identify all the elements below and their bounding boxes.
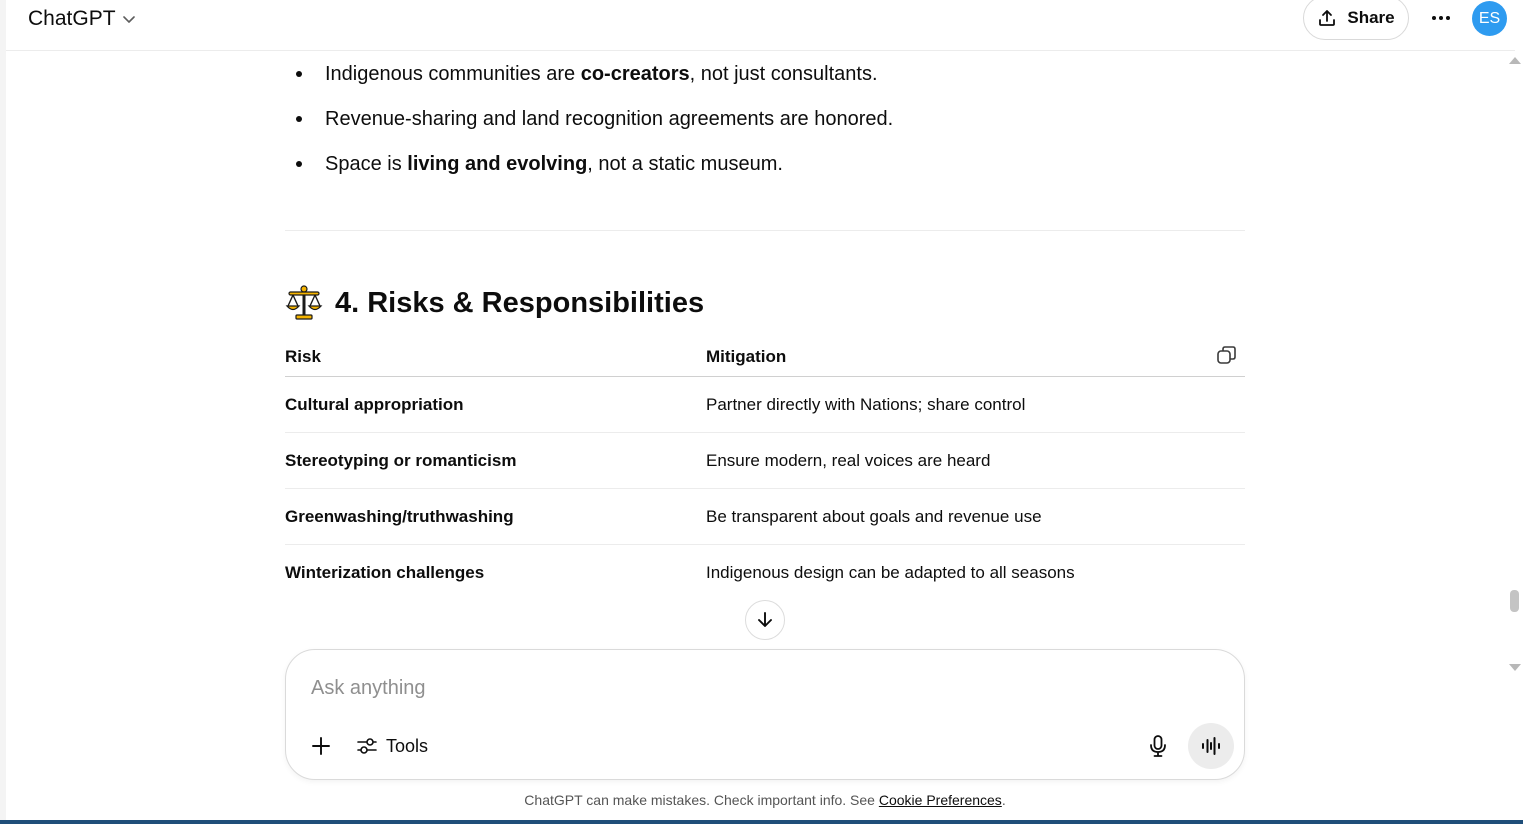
scrollbar-thumb[interactable] bbox=[1510, 590, 1519, 612]
section-title: 4. Risks & Responsibilities bbox=[335, 286, 705, 319]
section-divider bbox=[285, 230, 1245, 231]
sliders-icon bbox=[357, 738, 377, 754]
scrollbar[interactable] bbox=[1506, 51, 1523, 820]
column-header-risk: Risk bbox=[285, 347, 321, 366]
mitigation-cell: Ensure modern, real voices are heard bbox=[706, 451, 991, 470]
scroll-to-bottom-button[interactable] bbox=[745, 600, 785, 640]
mitigation-cell: Indigenous design can be adapted to all … bbox=[706, 563, 1075, 582]
cookie-preferences-link[interactable]: Cookie Preferences bbox=[879, 792, 1002, 808]
disclaimer-footer: ChatGPT can make mistakes. Check importa… bbox=[0, 792, 1523, 808]
risk-cell: Greenwashing/truthwashing bbox=[285, 507, 514, 526]
table-row: Cultural appropriation Partner directly … bbox=[285, 377, 1245, 433]
user-avatar[interactable]: ES bbox=[1472, 1, 1507, 36]
mitigation-cell: Be transparent about goals and revenue u… bbox=[706, 507, 1042, 526]
audio-waveform-icon bbox=[1202, 737, 1220, 755]
table-row: Greenwashing/truthwashing Be transparent… bbox=[285, 489, 1245, 545]
arrow-down-icon bbox=[758, 612, 772, 627]
scroll-up-arrow-icon[interactable] bbox=[1509, 57, 1521, 64]
table-row: Winterization challenges Indigenous desi… bbox=[285, 545, 1245, 601]
tools-button[interactable]: Tools bbox=[356, 732, 428, 760]
message-composer: Tools bbox=[285, 649, 1245, 780]
bullet-list: Indigenous communities are co-creators, … bbox=[296, 60, 893, 195]
list-item: Indigenous communities are co-creators, … bbox=[296, 60, 893, 105]
section-heading: 4. Risks & Responsibilities bbox=[285, 283, 704, 323]
share-button[interactable]: Share bbox=[1303, 0, 1409, 40]
more-options-button[interactable] bbox=[1426, 4, 1456, 32]
scroll-down-arrow-icon[interactable] bbox=[1509, 664, 1521, 671]
risk-cell: Stereotyping or romanticism bbox=[285, 451, 517, 470]
copy-table-icon[interactable] bbox=[1215, 343, 1239, 367]
microphone-icon[interactable] bbox=[1146, 734, 1170, 758]
model-switcher[interactable]: ChatGPT bbox=[28, 6, 136, 32]
list-item: Space is living and evolving, not a stat… bbox=[296, 150, 893, 195]
top-bar: ChatGPT Share ES bbox=[6, 0, 1515, 51]
list-item: Revenue-sharing and land recognition agr… bbox=[296, 105, 893, 150]
share-icon bbox=[1319, 10, 1336, 26]
risks-table: Risk Mitigation Cultural appropriation P… bbox=[285, 340, 1245, 601]
disclaimer-suffix: . bbox=[1001, 792, 1006, 808]
model-name: ChatGPT bbox=[28, 7, 116, 30]
sidebar-edge bbox=[0, 0, 6, 824]
plus-icon bbox=[312, 737, 330, 755]
window-bottom-bar bbox=[0, 820, 1523, 824]
share-label: Share bbox=[1347, 8, 1395, 27]
mitigation-cell: Partner directly with Nations; share con… bbox=[706, 395, 1026, 414]
voice-mode-button[interactable] bbox=[1188, 723, 1234, 769]
table-row: Stereotyping or romanticism Ensure moder… bbox=[285, 433, 1245, 489]
prompt-input[interactable] bbox=[311, 674, 1131, 702]
risk-cell: Winterization challenges bbox=[285, 563, 485, 582]
table-header: Risk Mitigation bbox=[285, 340, 1245, 377]
disclaimer-text: ChatGPT can make mistakes. Check importa… bbox=[524, 792, 879, 808]
chevron-down-icon bbox=[122, 16, 135, 23]
balance-scale-icon bbox=[285, 285, 323, 320]
risk-cell: Cultural appropriation bbox=[285, 395, 464, 414]
add-attachment-button[interactable] bbox=[308, 733, 334, 759]
more-dots-icon bbox=[1432, 16, 1450, 20]
tools-label: Tools bbox=[386, 735, 429, 756]
column-header-mitigation: Mitigation bbox=[706, 347, 787, 366]
